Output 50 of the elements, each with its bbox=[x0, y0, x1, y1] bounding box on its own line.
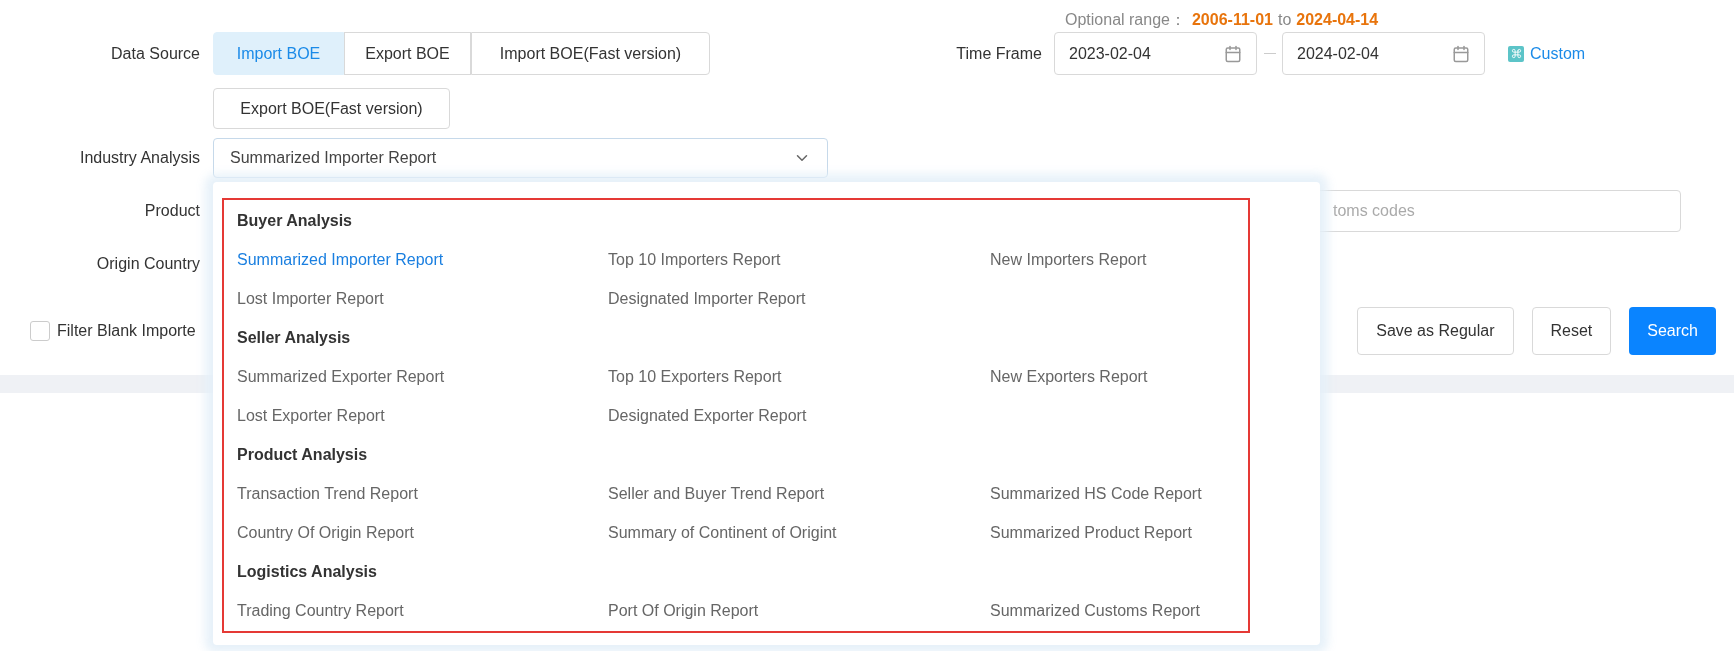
data-source-tab[interactable]: Import BOE bbox=[213, 32, 344, 75]
product-label: Product bbox=[144, 201, 200, 221]
group-heading: Logistics Analysis bbox=[237, 561, 377, 582]
action-button[interactable]: Save as Regular bbox=[1357, 307, 1514, 355]
industry-analysis-select[interactable]: Summarized Importer Report bbox=[213, 138, 828, 178]
calendar-icon bbox=[1224, 44, 1242, 63]
data-source-tab[interactable]: Import BOE(Fast version) bbox=[471, 32, 710, 75]
group-heading: Seller Analysis bbox=[237, 327, 351, 348]
command-icon bbox=[1508, 45, 1524, 62]
report-option[interactable]: Summarized Exporter Report bbox=[237, 364, 445, 389]
origin-country-label: Origin Country bbox=[96, 254, 200, 274]
report-option[interactable]: New Exporters Report bbox=[990, 364, 1148, 389]
data-source-tab[interactable]: Export BOE(Fast version) bbox=[213, 88, 450, 129]
industry-analysis-label: Industry Analysis bbox=[79, 148, 200, 168]
report-option[interactable]: Designated Importer Report bbox=[608, 286, 806, 311]
date-field[interactable]: 2024-02-04 bbox=[1282, 32, 1485, 75]
report-option[interactable]: Lost Importer Report bbox=[237, 286, 384, 311]
group-heading: Buyer Analysis bbox=[237, 210, 352, 231]
search-button[interactable]: Search bbox=[1629, 307, 1716, 355]
report-option[interactable]: Country Of Origin Report bbox=[237, 520, 414, 545]
report-option[interactable]: New Importers Report bbox=[990, 247, 1147, 272]
action-button[interactable]: Reset bbox=[1531, 307, 1612, 355]
data-source-label: Data Source bbox=[111, 43, 200, 64]
time-frame-label: Time Frame bbox=[956, 43, 1042, 64]
report-option[interactable]: Summarized Customs Report bbox=[990, 598, 1200, 623]
group-heading: Product Analysis bbox=[237, 444, 368, 465]
report-option[interactable]: Designated Exporter Report bbox=[608, 403, 807, 428]
report-option[interactable]: Port Of Origin Report bbox=[608, 598, 759, 623]
report-option[interactable]: Summarized Importer Report bbox=[237, 247, 444, 272]
report-option[interactable]: Transaction Trend Report bbox=[237, 481, 418, 506]
range-joiner: to bbox=[1277, 10, 1292, 30]
date-field[interactable]: 2023-02-04 bbox=[1054, 32, 1257, 75]
report-option[interactable]: Summarized HS Code Report bbox=[990, 481, 1202, 506]
optional-range-label: Optional range： bbox=[1065, 10, 1186, 30]
range-end-date: 2024-04-14 bbox=[1296, 10, 1379, 30]
date-value: 2023-02-04 bbox=[1069, 43, 1151, 64]
data-source-tab[interactable]: Export BOE bbox=[344, 32, 471, 75]
report-option[interactable]: Top 10 Exporters Report bbox=[608, 364, 782, 389]
range-start-date: 2006-11-01 bbox=[1191, 10, 1273, 30]
filter-blank-checkbox[interactable] bbox=[30, 321, 50, 341]
report-option[interactable]: Seller and Buyer Trend Report bbox=[608, 481, 825, 506]
report-option[interactable]: Summarized Product Report bbox=[990, 520, 1192, 545]
report-option[interactable]: Trading Country Report bbox=[237, 598, 404, 623]
filter-blank-label: Filter Blank Importe bbox=[57, 321, 196, 341]
report-option[interactable]: Summary of Continent of Origint bbox=[608, 520, 837, 545]
date-value: 2024-02-04 bbox=[1297, 43, 1379, 64]
custom-link[interactable]: Custom bbox=[1508, 41, 1586, 66]
report-option[interactable]: Lost Exporter Report bbox=[237, 403, 385, 428]
calendar-icon bbox=[1452, 44, 1470, 63]
report-option[interactable]: Top 10 Importers Report bbox=[608, 247, 781, 272]
